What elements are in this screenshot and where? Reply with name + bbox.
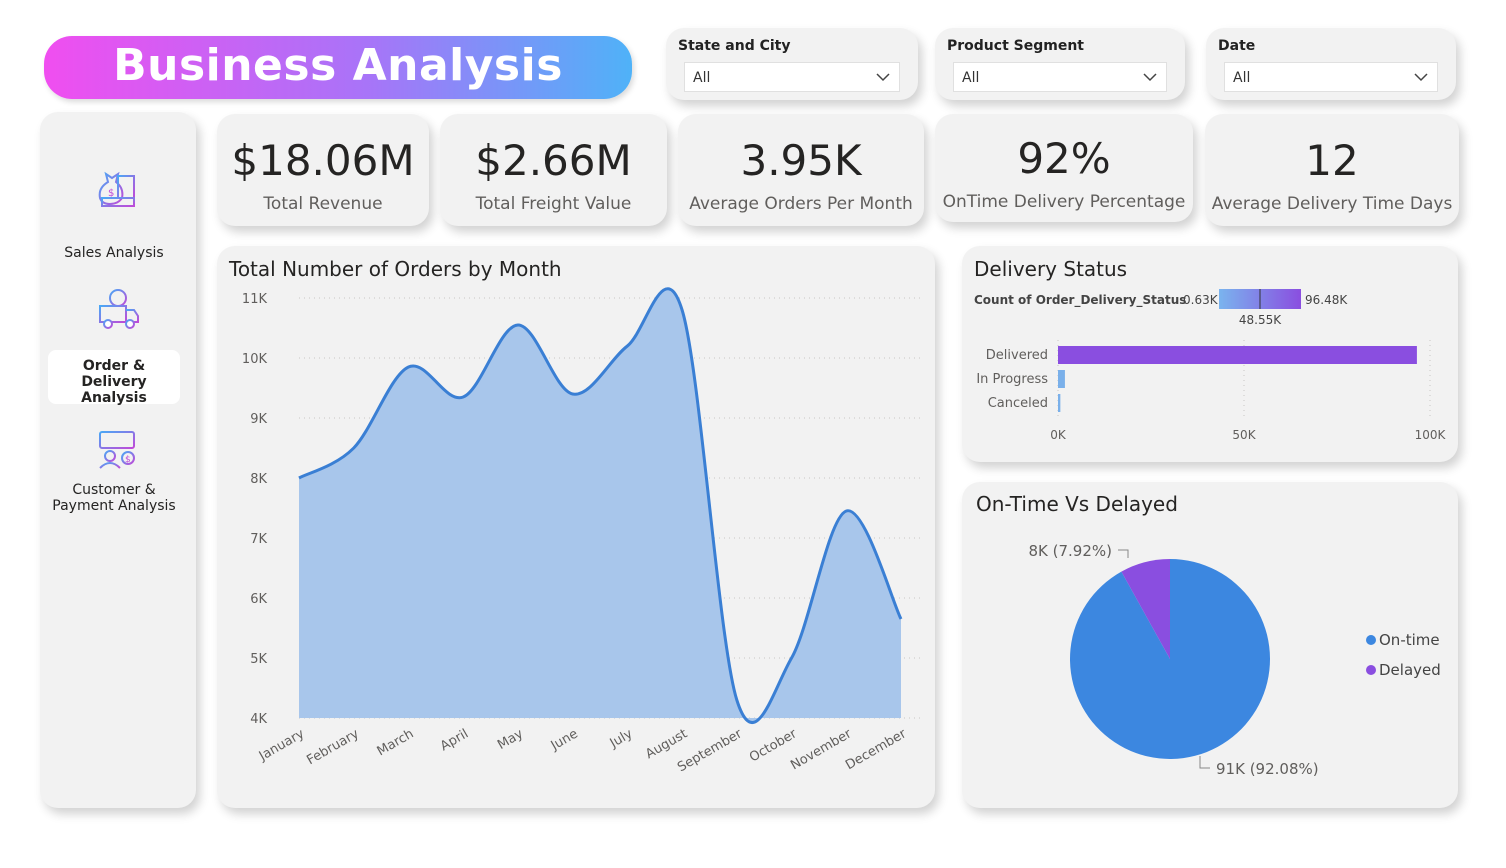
filter-state-city[interactable]: State and City All	[666, 28, 918, 100]
filter-product-segment[interactable]: Product Segment All	[935, 28, 1185, 100]
kpi-value: 12	[1305, 136, 1359, 185]
x-tick-label: June	[548, 726, 581, 754]
filter-dropdown[interactable]: All	[684, 62, 900, 92]
dashboard-title-banner: Business Analysis	[44, 36, 632, 99]
filter-value: All	[693, 70, 711, 86]
kpi-total-revenue: $18.06M Total Revenue	[217, 114, 429, 226]
kpi-value: 92%	[1017, 134, 1111, 183]
x-tick-label: March	[375, 726, 417, 759]
filter-label: Date	[1218, 38, 1256, 54]
leader-line	[1199, 756, 1210, 769]
bar	[1058, 370, 1065, 388]
chevron-down-icon	[1414, 73, 1428, 82]
y-tick-label: 7K	[250, 532, 267, 547]
delivery-status-chart-card: Delivery Status Count of Order_Delivery_…	[962, 246, 1458, 462]
x-tick-label: July	[607, 726, 636, 751]
legend-mid-label: 48.55K	[1239, 313, 1282, 327]
kpi-average-orders-per-month: 3.95K Average Orders Per Month	[678, 114, 924, 226]
sidebar-item-order-delivery-analysis[interactable]: Order & Delivery Analysis	[48, 350, 180, 406]
sidebar-item-label: Sales Analysis	[64, 245, 164, 261]
kpi-caption: Total Freight Value	[475, 194, 632, 214]
filter-dropdown[interactable]: All	[1224, 62, 1438, 92]
x-tick-label: May	[495, 726, 526, 753]
legend-max-label: 96.48K	[1305, 293, 1348, 307]
y-tick-label: 4K	[250, 712, 267, 727]
orders-by-month-chart-card: Total Number of Orders by Month 11K 10K 9K…	[217, 246, 935, 808]
ontime-vs-delayed-chart-card: On-Time Vs Delayed 91K (92.08%) 8K (7.92%…	[962, 482, 1458, 808]
delivery-status-chart: Count of Order_Delivery_Status0.63K 96.48…	[974, 289, 1447, 442]
chevron-down-icon	[876, 73, 890, 82]
y-category-label: Canceled	[988, 396, 1048, 411]
y-tick-label: 10K	[242, 352, 268, 367]
sidebar-item-label: Analysis	[81, 390, 147, 406]
data-label: 8K (7.92%)	[1028, 542, 1112, 560]
filter-value: All	[962, 70, 980, 86]
legend-min-label: 0.63K	[1183, 293, 1219, 307]
x-tick-label: January	[256, 726, 307, 764]
legend-marker	[1366, 665, 1376, 675]
svg-text:$: $	[108, 188, 114, 199]
kpi-caption: Average Delivery Time Days	[1211, 194, 1453, 214]
ontime-vs-delayed-chart: 91K (92.08%) 8K (7.92%) On-time Delayed	[1028, 542, 1441, 778]
kpi-total-freight-value: $2.66M Total Freight Value	[440, 114, 667, 226]
filter-value: All	[1233, 70, 1251, 86]
leader-line	[1118, 549, 1129, 558]
orders-by-month-chart: 11K 10K 9K 8K 7K 6K 5K 4KJanuaryFebruary March Ap…	[242, 287, 921, 775]
sidebar-item-sales-analysis[interactable]: Sales Analysis	[48, 245, 180, 261]
filter-label: State and City	[678, 38, 791, 54]
kpi-value: 3.95K	[740, 136, 862, 185]
legend-label: On-time	[1379, 631, 1440, 649]
kpi-value: $2.66M	[475, 136, 632, 185]
data-label: 91K (92.08%)	[1216, 760, 1319, 778]
money-bag-icon: $	[98, 171, 135, 207]
bar	[1058, 394, 1061, 412]
x-tick-label: 100K	[1415, 428, 1447, 442]
x-tick-label: 50K	[1232, 428, 1256, 442]
kpi-caption: Average Orders Per Month	[689, 194, 913, 214]
x-tick-label: February	[304, 726, 362, 768]
sidebar-item-label: Order & Delivery	[81, 358, 147, 390]
kpi-value: $18.06M	[231, 136, 415, 185]
legend-marker	[1366, 635, 1376, 645]
kpi-average-delivery-time-days: 12 Average Delivery Time Days	[1205, 114, 1459, 226]
bar	[1058, 346, 1417, 364]
filter-label: Product Segment	[947, 38, 1084, 54]
legend-title: Count of Order_Delivery_Status	[974, 293, 1186, 308]
sidebar-item-customer-payment-analysis[interactable]: Customer & Payment Analysis	[48, 482, 180, 514]
filter-date[interactable]: Date All	[1206, 28, 1456, 100]
filter-dropdown[interactable]: All	[953, 62, 1167, 92]
kpi-caption: OnTime Delivery Percentage	[942, 192, 1186, 212]
kpi-caption: Total Revenue	[263, 194, 383, 214]
sidebar-item-label: Customer &	[72, 482, 156, 498]
x-tick-label: November	[788, 726, 855, 773]
sidebar-nav: $ Sales Analysis Order & Delivery Analys…	[40, 112, 196, 808]
svg-text:$: $	[125, 455, 131, 465]
chevron-down-icon	[1143, 73, 1157, 82]
y-tick-label: 8K	[250, 472, 267, 487]
area-fill	[299, 288, 901, 723]
x-tick-label: April	[438, 726, 471, 754]
legend-label: Delayed	[1379, 661, 1441, 679]
customer-payment-icon: $	[99, 431, 135, 469]
sidebar-item-label: Payment Analysis	[52, 498, 176, 514]
y-category-label: In Progress	[976, 372, 1048, 387]
x-tick-label: December	[843, 726, 909, 773]
page-title: Business Analysis	[113, 40, 563, 91]
kpi-ontime-delivery-percentage: 92% OnTime Delivery Percentage	[935, 114, 1193, 222]
y-tick-label: 9K	[250, 412, 267, 427]
y-category-label: Delivered	[986, 348, 1048, 363]
y-tick-label: 5K	[250, 652, 267, 667]
y-tick-label: 11K	[242, 292, 268, 307]
delivery-truck-icon	[99, 289, 139, 329]
y-tick-label: 6K	[250, 592, 267, 607]
x-tick-label: 0K	[1050, 428, 1067, 442]
